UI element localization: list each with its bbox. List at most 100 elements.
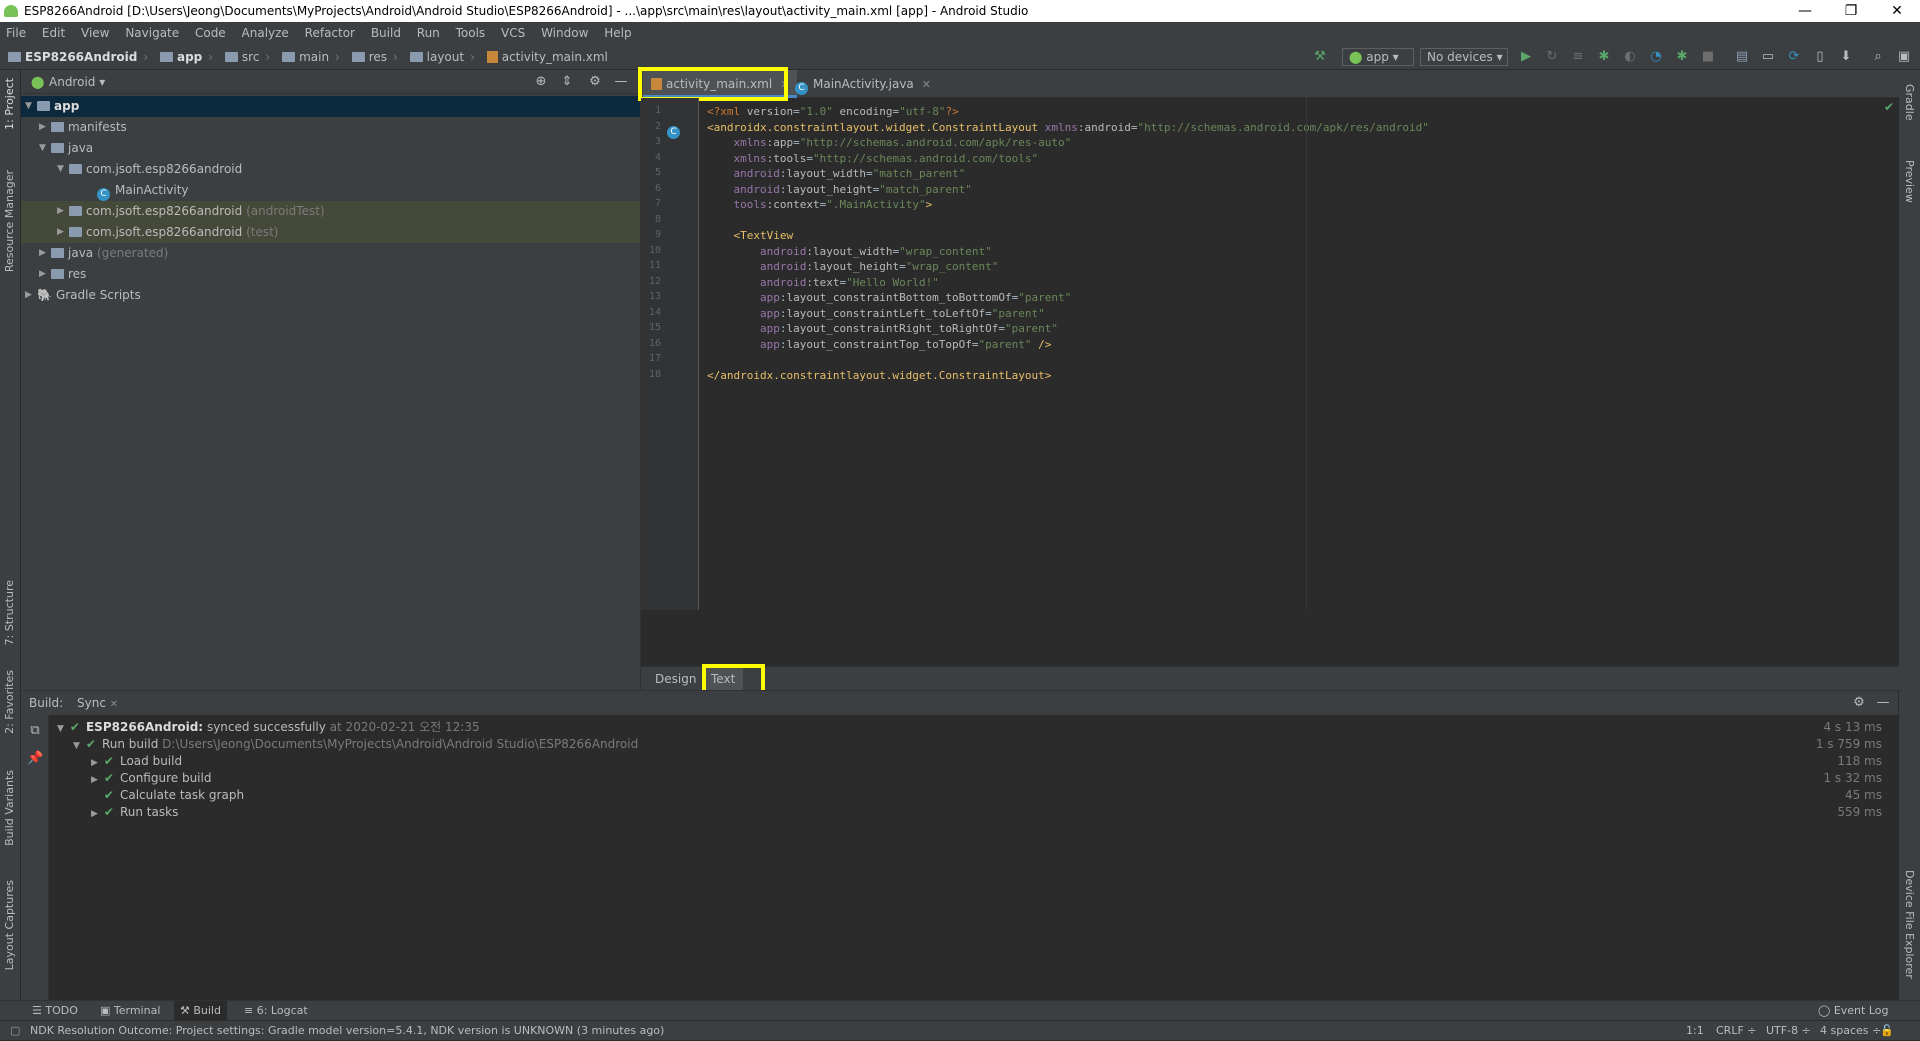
hide-panel-icon[interactable]: — <box>613 74 629 90</box>
build-row-run-tasks[interactable]: ▶ ✔ Run tasks <box>91 804 178 821</box>
apply-code-changes-icon[interactable]: ≡ <box>1570 49 1586 65</box>
tool-tab-todo[interactable]: ☰ TODO <box>26 1001 84 1021</box>
tool-tab-terminal[interactable]: ▣ Terminal <box>94 1001 166 1021</box>
breadcrumb-file[interactable]: activity_main.xml <box>486 44 608 70</box>
tool-tab-layout-captures[interactable]: Layout Captures <box>3 880 16 970</box>
coverage-icon[interactable]: ◐ <box>1622 49 1638 65</box>
breadcrumb-layout[interactable]: layout <box>409 44 464 70</box>
menu-refactor[interactable]: Refactor <box>305 26 355 40</box>
avd-manager-icon[interactable]: ▯ <box>1812 49 1828 65</box>
build-time: 1 s 759 ms <box>1815 737 1882 751</box>
breadcrumb-project[interactable]: ESP8266Android <box>8 44 137 70</box>
locate-file-icon[interactable]: ⊕ <box>533 74 549 90</box>
code-area[interactable]: <?xml version="1.0" encoding="utf-8"?> <a… <box>641 98 1899 638</box>
hide-panel-icon[interactable]: — <box>1875 695 1891 711</box>
success-check-icon: ✔ <box>103 805 114 819</box>
breadcrumb-res[interactable]: res <box>351 44 387 70</box>
sdk-manager-icon[interactable]: ⬇ <box>1838 49 1854 65</box>
tree-item-package-test[interactable]: ▶ com.jsoft.esp8266android (test) <box>21 222 640 243</box>
menu-window[interactable]: Window <box>541 26 588 40</box>
code-line[interactable]: </androidx.constraintlayout.widget.Const… <box>707 366 1051 385</box>
search-icon[interactable]: ⌕ <box>1870 49 1886 65</box>
user-icon[interactable]: ▣ <box>1896 49 1912 65</box>
menu-help[interactable]: Help <box>604 26 631 40</box>
project-view-select[interactable]: Android ▾ <box>49 70 105 94</box>
restore-button[interactable]: ❐ <box>1828 0 1874 22</box>
settings-gear-icon[interactable]: ⚙ <box>587 74 603 90</box>
tree-item-gradle-scripts[interactable]: ▶ 🐘 Gradle Scripts <box>21 285 640 306</box>
settings-gear-icon[interactable]: ⚙ <box>1851 695 1867 711</box>
tool-tab-preview[interactable]: Preview <box>1903 160 1916 203</box>
menu-vcs[interactable]: VCS <box>501 26 525 40</box>
close-button[interactable]: ✕ <box>1874 0 1920 22</box>
build-row-load-build[interactable]: ▶ ✔ Load build <box>91 753 182 770</box>
tool-tab-build[interactable]: ⚒ Build <box>174 1001 227 1021</box>
device-select[interactable]: No devices ▾ <box>1420 48 1508 66</box>
debug-icon[interactable]: ✱ <box>1596 49 1612 65</box>
code-line[interactable]: app:layout_constraintTop_toTopOf="parent… <box>707 335 1051 354</box>
breadcrumb-src[interactable]: src <box>224 44 259 70</box>
stop-icon[interactable]: ■ <box>1700 49 1716 65</box>
menu-file[interactable]: File <box>6 26 26 40</box>
sync-gradle-icon[interactable]: ⟳ <box>1786 49 1802 65</box>
build-row-configure-build[interactable]: ▶ ✔ Configure build <box>91 770 211 787</box>
toggle-view-icon[interactable]: ⧉ <box>27 723 43 739</box>
menu-code[interactable]: Code <box>195 26 226 40</box>
line-separator[interactable]: CRLF ÷ <box>1716 1021 1757 1041</box>
file-encoding[interactable]: UTF-8 ÷ <box>1766 1021 1811 1041</box>
tool-tab-logcat[interactable]: ≡ 6: Logcat <box>238 1001 314 1021</box>
breadcrumb-main[interactable]: main <box>282 44 329 70</box>
build-row-run-build[interactable]: ▼ ✔ Run build D:\Users\Jeong\Documents\MyP… <box>73 736 638 753</box>
profile-icon[interactable]: ◔ <box>1648 49 1664 65</box>
build-row-sync[interactable]: ▼ ✔ ESP8266Android: synced successfully at… <box>57 719 480 736</box>
success-check-icon: ✔ <box>103 771 114 785</box>
tab-text[interactable]: Text <box>703 667 744 691</box>
tab-sync[interactable]: Sync ✕ <box>77 691 118 717</box>
run-icon[interactable]: ▶ <box>1518 49 1534 65</box>
tree-item-res[interactable]: ▶ res <box>21 264 640 285</box>
tree-item-package-main[interactable]: ▼ com.jsoft.esp8266android <box>21 159 640 180</box>
pin-icon[interactable]: 📌 <box>27 751 43 767</box>
breadcrumb-app[interactable]: app <box>159 44 202 70</box>
lock-icon[interactable]: 🔓 <box>1880 1021 1894 1041</box>
tree-item-main-activity[interactable]: C MainActivity <box>21 180 640 201</box>
project-structure-icon[interactable]: ▤ <box>1734 49 1750 65</box>
tree-item-manifests[interactable]: ▶ manifests <box>21 117 640 138</box>
tool-tab-project[interactable]: 1: Project <box>3 78 16 130</box>
tool-tab-structure[interactable]: 7: Structure <box>3 580 16 645</box>
tab-design[interactable]: Design <box>647 667 704 691</box>
menu-view[interactable]: View <box>81 26 109 40</box>
make-project-icon[interactable]: ⚒ <box>1312 49 1328 65</box>
tree-item-package-android-test[interactable]: ▶ com.jsoft.esp8266android (androidTest) <box>21 201 640 222</box>
tree-item-java-generated[interactable]: ▶ java (generated) <box>21 243 640 264</box>
collapse-all-icon[interactable]: ⇕ <box>559 74 575 90</box>
minimize-button[interactable]: — <box>1782 0 1828 22</box>
menu-analyze[interactable]: Analyze <box>242 26 289 40</box>
code-line[interactable]: tools:context=".MainActivity"> <box>707 195 933 214</box>
status-message[interactable]: NDK Resolution Outcome: Project settings… <box>30 1021 664 1041</box>
menu-run[interactable]: Run <box>417 26 440 40</box>
apply-changes-icon[interactable]: ↻ <box>1544 49 1560 65</box>
status-icon[interactable]: ▢ <box>10 1021 20 1041</box>
tool-tab-gradle[interactable]: Gradle <box>1903 84 1916 121</box>
attach-debugger-icon[interactable]: ✱ <box>1674 49 1690 65</box>
tool-tab-event-log[interactable]: ◯ Event Log <box>1812 1001 1894 1021</box>
tree-item-app[interactable]: ▼ app <box>21 96 640 117</box>
tab-main-activity-java[interactable]: C MainActivity.java ✕ <box>787 70 939 98</box>
layout-inspector-icon[interactable]: ▭ <box>1760 49 1776 65</box>
tree-item-java[interactable]: ▼ java <box>21 138 640 159</box>
caret-position[interactable]: 1:1 <box>1686 1021 1704 1041</box>
tab-activity-main-xml[interactable]: activity_main.xml ✕ <box>643 70 798 98</box>
menu-build[interactable]: Build <box>371 26 401 40</box>
tool-tab-device-file-explorer[interactable]: Device File Explorer <box>1903 870 1916 979</box>
build-row-calculate-task-graph[interactable]: ▶✔Calculate task graph <box>91 787 244 804</box>
run-config-select[interactable]: ⬤ app ▾ <box>1342 48 1414 66</box>
tool-tab-favorites[interactable]: 2: Favorites <box>3 670 16 734</box>
menu-navigate[interactable]: Navigate <box>125 26 179 40</box>
menu-tools[interactable]: Tools <box>456 26 486 40</box>
tool-tab-resource-manager[interactable]: Resource Manager <box>3 170 16 272</box>
tool-tab-build-variants[interactable]: Build Variants <box>3 770 16 846</box>
indent-setting[interactable]: 4 spaces ÷ <box>1820 1021 1881 1041</box>
close-tab-icon[interactable]: ✕ <box>922 78 931 91</box>
menu-edit[interactable]: Edit <box>42 26 65 40</box>
